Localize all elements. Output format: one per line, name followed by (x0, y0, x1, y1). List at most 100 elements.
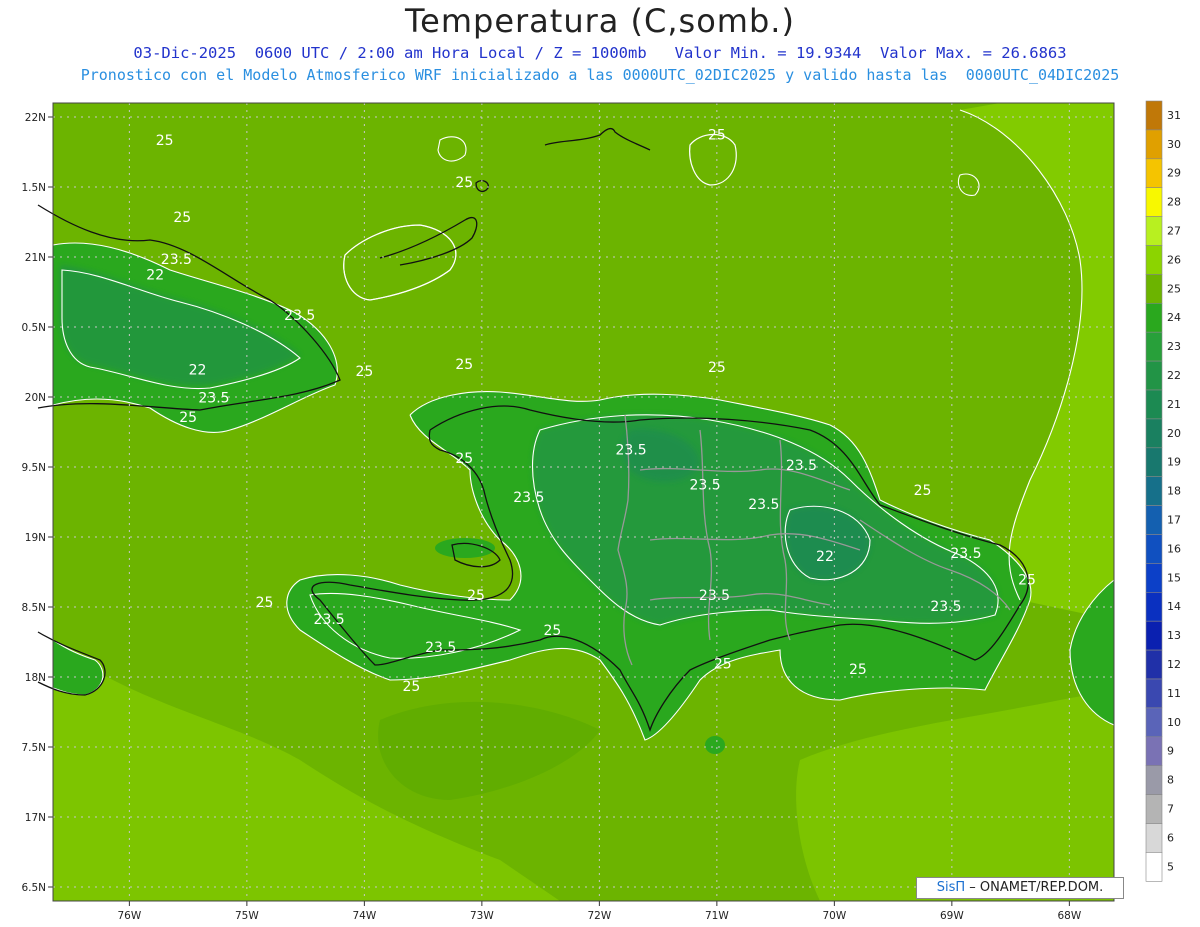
lat-tick-label: 7.5N (21, 742, 46, 754)
colorbar-swatch (1145, 216, 1163, 246)
colorbar-swatch (1145, 563, 1163, 593)
lon-tick-label: 70W (822, 910, 846, 922)
contour-value-label: 25 (355, 364, 373, 380)
map-title: Temperatura (C,somb.) (405, 2, 795, 40)
colorbar-swatch (1145, 360, 1163, 391)
colorbar-swatch (1145, 447, 1163, 477)
colorbar-label: 9 (1167, 745, 1174, 758)
colorbar-swatch (1145, 736, 1163, 766)
colorbar-label: 28 (1167, 196, 1181, 209)
contour-value-label: 25 (543, 623, 561, 639)
contour-value-label: 23.5 (161, 252, 192, 268)
contour-value-label: 22 (816, 549, 834, 565)
colorbar-label: 5 (1167, 860, 1174, 873)
colorbar-label: 11 (1167, 687, 1181, 700)
colorbar-swatch (1145, 852, 1163, 882)
colorbar-swatch (1145, 707, 1163, 738)
colorbar-swatch (1145, 765, 1163, 795)
colorbar-swatch (1145, 534, 1163, 564)
colorbar-label: 23 (1167, 340, 1181, 353)
colorbar-label: 30 (1167, 138, 1181, 151)
colorbar-label: 17 (1167, 514, 1181, 527)
colorbar-swatch (1145, 245, 1163, 275)
colorbar-swatch (1145, 505, 1163, 535)
colorbar-label: 24 (1167, 311, 1181, 324)
lat-tick-label: 20N (25, 392, 46, 404)
temperature-map: 22N 1.5N 21N 0.5N 20N 9.5N 19N 8.5N 18N 7.5N 17N 6.… (21, 100, 1181, 922)
contour-value-label: 23.5 (314, 612, 345, 628)
lon-tick-label: 69W (940, 910, 964, 922)
colorbar-swatch (1145, 678, 1163, 709)
contour-value-label: 23.5 (950, 546, 981, 562)
lat-tick-label: 1.5N (21, 182, 46, 194)
contour-value-label: 25 (1018, 573, 1036, 589)
colorbar-label: 29 (1167, 167, 1181, 180)
contour-value-label: 25 (849, 662, 867, 678)
lon-tick-label: 76W (117, 910, 141, 922)
colorbar-swatch (1145, 649, 1163, 680)
contour-value-label: 23.5 (513, 490, 544, 506)
colorbar-swatch (1145, 418, 1163, 449)
colorbar-swatch (1145, 823, 1163, 853)
lon-tick-label: 71W (705, 910, 729, 922)
contour-value-label: 23.5 (690, 477, 721, 493)
contour-value-label: 25 (455, 357, 473, 373)
contour-value-label: 23.5 (786, 458, 817, 474)
contour-value-label: 25 (708, 360, 726, 376)
lat-tick-label: 18N (25, 672, 46, 684)
lon-tick-label: 74W (352, 910, 376, 922)
contour-value-label: 23.5 (699, 588, 730, 604)
colorbar-swatch (1145, 158, 1163, 189)
colorbar-swatch (1145, 331, 1163, 362)
contour-value-label: 23.5 (198, 391, 229, 407)
lat-tick-label: 19N (25, 532, 46, 544)
subtitle-time-and-range: 03-Dic-2025 0600 UTC / 2:00 am Hora Loca… (133, 44, 1067, 62)
longitude-labels: 76W 75W 74W 73W 72W 71W 70W 69W 68W (117, 910, 1081, 922)
contour-value-label: 25 (714, 657, 732, 673)
lat-tick-label: 21N (25, 252, 46, 264)
contour-value-label: 25 (156, 133, 174, 149)
colorbar-label: 14 (1167, 600, 1181, 613)
contour-value-label: 23.5 (616, 442, 647, 458)
lon-tick-label: 73W (470, 910, 494, 922)
contour-value-label: 25 (708, 127, 726, 143)
colorbar-label: 21 (1167, 398, 1181, 411)
colorbar-swatch (1145, 389, 1163, 420)
land-isla-small-1 (705, 736, 725, 754)
contour-value-label: 23.5 (284, 308, 315, 324)
lon-tick-label: 75W (235, 910, 259, 922)
lat-tick-label: 22N (25, 112, 46, 124)
colorbar-swatch (1145, 591, 1163, 622)
colorbar-label: 18 (1167, 485, 1181, 498)
subtitle-model-info: Pronostico con el Modelo Atmosferico WRF… (80, 66, 1120, 84)
colorbar-swatch (1145, 476, 1163, 506)
colorbar-label: 20 (1167, 427, 1181, 440)
colorbar-label: 22 (1167, 369, 1181, 382)
contour-value-label: 22 (146, 267, 164, 283)
colorbar-label: 27 (1167, 225, 1181, 238)
colorbar-label: 16 (1167, 542, 1181, 555)
contour-value-label: 23.5 (930, 599, 961, 615)
colorbar: 31 30 29 28 27 26 25 24 23 22 21 20 19 18 17 16 15 14 13 12… (1145, 100, 1181, 882)
colorbar-swatch (1145, 302, 1163, 333)
colorbar-swatch (1145, 100, 1163, 131)
colorbar-label: 31 (1167, 109, 1181, 122)
lon-tick-label: 72W (587, 910, 611, 922)
colorbar-swatch (1145, 620, 1163, 651)
lon-tick-label: 68W (1057, 910, 1081, 922)
colorbar-label: 19 (1167, 456, 1181, 469)
colorbar-label: 26 (1167, 253, 1181, 266)
colorbar-swatch (1145, 129, 1163, 160)
colorbar-label: 15 (1167, 571, 1181, 584)
colorbar-swatch (1145, 274, 1163, 304)
contour-value-label: 22 (189, 363, 207, 379)
lat-tick-label: 9.5N (21, 462, 46, 474)
lat-tick-label: 8.5N (21, 602, 46, 614)
contour-value-label: 25 (455, 451, 473, 467)
colorbar-label: 7 (1167, 803, 1174, 816)
colorbar-swatch (1145, 794, 1163, 824)
sispi-logo-text: SisΠ (936, 880, 966, 895)
colorbar-label: 13 (1167, 629, 1181, 642)
lat-tick-label: 0.5N (21, 322, 46, 334)
contour-value-label: 23.5 (425, 640, 456, 656)
